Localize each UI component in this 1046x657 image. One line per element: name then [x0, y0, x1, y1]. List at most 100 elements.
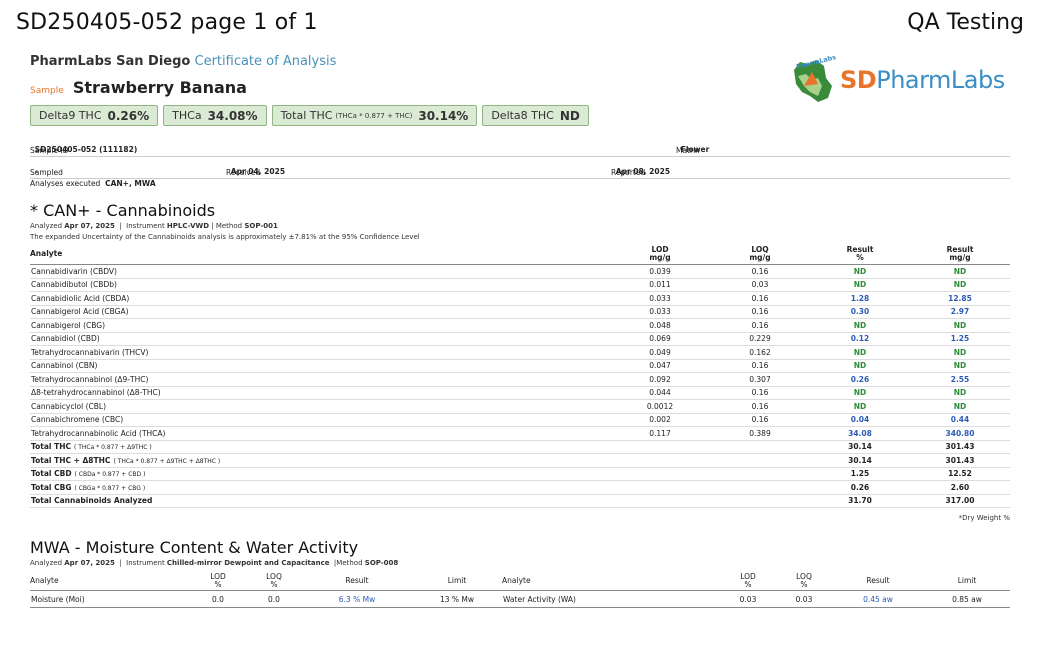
loq-value: 0.307: [710, 372, 810, 387]
sample-line: Sample Strawberry Banana: [30, 78, 247, 97]
value: CAN+, MWA: [105, 179, 156, 188]
result-mg: 340.80: [910, 426, 1010, 441]
limit-header: Limit: [412, 572, 502, 591]
sample-name: Strawberry Banana: [72, 78, 247, 97]
loq-value: 0.16: [710, 291, 810, 306]
result-pct: 1.28: [810, 291, 910, 306]
result-pct: ND: [810, 264, 910, 279]
meta-analyses: Analyses executed CAN+, MWA: [30, 179, 156, 188]
qa-testing-label: QA Testing: [907, 10, 1024, 35]
value: HPLC-VWD: [166, 222, 210, 230]
result-pct: 0.26: [810, 372, 910, 387]
total-label: Total THC: [31, 442, 71, 452]
meta-row-id: Sample ID SD250405-052 (111182) Matrix F…: [30, 144, 1010, 157]
result-header: Result: [302, 572, 412, 591]
loq-value: 0.389: [710, 426, 810, 441]
lod-value: 0.048: [610, 318, 710, 333]
total-row: Total Cannabinoids Analyzed 31.70 317.00: [30, 494, 1010, 508]
loq-value: 0.16: [710, 359, 810, 373]
result-pct-header: Result%: [810, 244, 910, 265]
logo-pharmlabs: PharmLabs: [876, 66, 1005, 94]
mwa-section-title: MWA - Moisture Content & Water Activity: [30, 538, 359, 557]
unit: mg/g: [949, 253, 971, 262]
moisture-lod: 0.0: [190, 590, 246, 608]
table-row: Cannabigerol (CBG) 0.048 0.16 ND ND: [30, 318, 1010, 333]
label: Analyzed: [30, 559, 63, 567]
uncertainty-note: The expanded Uncertainty of the Cannabin…: [30, 233, 420, 241]
dry-weight-note: *Dry Weight %: [958, 514, 1010, 522]
result-pct: 30.14: [810, 453, 910, 468]
value: Apr 07, 2025: [64, 222, 115, 230]
result-pct: 0.12: [810, 332, 910, 346]
lod-value: 0.039: [610, 264, 710, 279]
table-row: Cannabidiol (CBD) 0.069 0.229 0.12 1.25: [30, 332, 1010, 346]
label: Instrument: [126, 222, 165, 230]
total-label: Total CBD: [31, 469, 72, 479]
pill-value: ND: [559, 108, 580, 123]
analyte-name: Cannabigerol Acid (CBGA): [30, 305, 610, 319]
value: SOP-001: [244, 222, 278, 230]
mwa-header-row: Analyte LOD% LOQ% Result Limit Analyte L…: [30, 572, 1010, 591]
lod-value: 0.0012: [610, 399, 710, 414]
logo-wordmark: SDPharmLabs: [840, 66, 1005, 94]
lod-value: 0.047: [610, 359, 710, 373]
total-row: Total THC + Δ8THC( THCa * 0.877 + Δ9THC …: [30, 453, 1010, 468]
result-mg-header: Result mg/g: [910, 244, 1010, 265]
table-row: Δ8-tetrahydrocannabinol (Δ8-THC) 0.044 0.1…: [30, 386, 1010, 400]
unit: mg/g: [749, 253, 771, 262]
loq-value: 0.162: [710, 345, 810, 360]
sample-meta: Sample ID SD250405-052 (111182) Matrix F…: [30, 144, 1010, 190]
lod-value: 0.044: [610, 386, 710, 400]
pill-label: THCa: [172, 109, 202, 122]
document-type: Certificate of Analysis: [194, 54, 337, 69]
mwa-analysis-info: Analyzed Apr 07, 2025 | Instrument Chill…: [30, 559, 399, 567]
loq-value: 0.16: [710, 305, 810, 319]
lod-value: [610, 480, 710, 495]
result-mg: 12.85: [910, 291, 1010, 306]
result-pct: ND: [810, 359, 910, 373]
table-row: Tetrahydrocannabinol (Δ9-THC) 0.092 0.307 0…: [30, 372, 1010, 387]
result-mg: 301.43: [910, 440, 1010, 454]
result-pct: ND: [810, 399, 910, 414]
can-section-title: * CAN+ - Cannabinoids: [30, 201, 216, 220]
lod-value: 0.011: [610, 278, 710, 292]
label: Method: [336, 559, 363, 567]
analyte-name: Cannabidivarin (CBDV): [30, 264, 610, 279]
moisture-limit: 13 % Mw: [412, 590, 502, 608]
meta-row-dates: Sampled - Received Apr 04, 2025 Reported…: [30, 166, 1010, 179]
table-row: Tetrahydrocannabinolic Acid (THCA) 0.117 0…: [30, 426, 1010, 441]
result-pct: 34.08: [810, 426, 910, 441]
result-mg: ND: [910, 345, 1010, 360]
result-mg: 2.60: [910, 480, 1010, 495]
lod-value: 0.033: [610, 305, 710, 319]
pill-label: Total THC: [280, 109, 333, 122]
pill-value: 34.08%: [207, 108, 258, 123]
table-header: Analyte LOD mg/g LOQ mg/g Result% Result mg…: [30, 244, 1010, 265]
result-pct: 0.26: [810, 480, 910, 495]
total-formula: ( THCa * 0.877 + Δ9THC ): [74, 444, 152, 452]
unit: %: [744, 580, 752, 589]
result-pct: ND: [810, 345, 910, 360]
analyte-name: Cannabigerol (CBG): [30, 318, 610, 333]
meta-sample-id: Sample ID SD250405-052 (111182): [30, 145, 137, 155]
total-formula: ( THCa * 0.877 + Δ9THC + Δ8THC ): [113, 457, 221, 465]
cannabinoids-table: Analyte LOD mg/g LOQ mg/g Result% Result mg…: [30, 244, 1010, 508]
lod-value: 0.117: [610, 426, 710, 441]
lod-value: [610, 494, 710, 508]
total-formula: ( CBDa * 0.877 + CBD ): [74, 471, 146, 479]
logo-sd: SD: [840, 66, 877, 94]
delta8-thc-pill: Delta8 THC ND: [482, 105, 589, 126]
total-label: Total CBG: [31, 482, 72, 492]
meta-reported: Reported Apr 08, 2025: [611, 167, 670, 177]
analyte-name: Tetrahydrocannabinolic Acid (THCA): [30, 426, 610, 441]
result-mg: 12.52: [910, 467, 1010, 481]
loq-value: 0.16: [710, 386, 810, 400]
loq-value: [710, 494, 810, 508]
total-name: Total CBG( CBGa * 0.877 + CBG ): [30, 480, 610, 495]
result-pct: ND: [810, 318, 910, 333]
result-mg: ND: [910, 318, 1010, 333]
meta-sampled: Sampled -: [30, 167, 63, 177]
label: Reported: [611, 168, 646, 177]
table-row: Cannabinol (CBN) 0.047 0.16 ND ND: [30, 359, 1010, 373]
result-header-2: Result: [832, 572, 924, 591]
